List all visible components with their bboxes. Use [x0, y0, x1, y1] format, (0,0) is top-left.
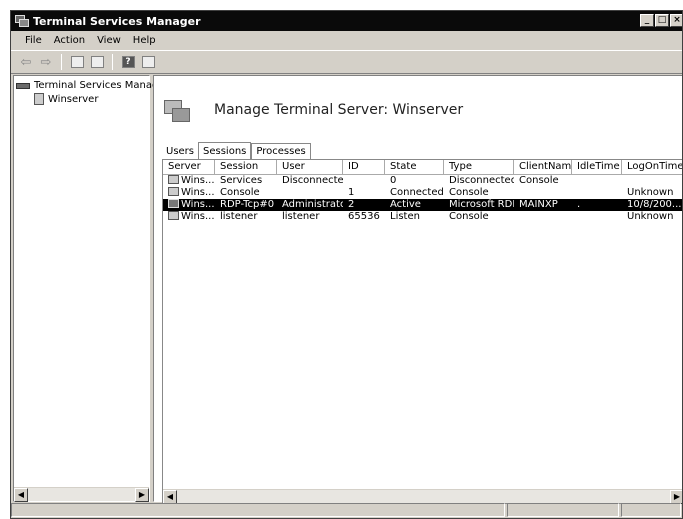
- show-hide-tree-icon[interactable]: [88, 53, 106, 71]
- table-row-selected[interactable]: Wins... RDP-Tcp#0 Administrator 2 Active…: [163, 199, 682, 211]
- scroll-left-icon[interactable]: ◀: [14, 488, 28, 502]
- status-panel-3: [621, 503, 681, 517]
- help-icon[interactable]: ?: [119, 53, 137, 71]
- tree-item-root[interactable]: Terminal Services Manager: [16, 80, 169, 91]
- column-header-clientname[interactable]: ClientName.: [514, 160, 572, 174]
- column-header-server[interactable]: Server: [163, 160, 215, 174]
- status-panel-2: [507, 503, 619, 517]
- toolbar: ⇦ ⇨ ?: [11, 50, 682, 74]
- tab-processes[interactable]: Processes: [251, 143, 311, 159]
- close-button[interactable]: ×: [670, 14, 682, 27]
- terminal-server-icon: [162, 96, 192, 124]
- menu-file[interactable]: File: [19, 35, 48, 46]
- column-header-user[interactable]: User: [277, 160, 343, 174]
- forward-arrow-icon[interactable]: ⇨: [37, 53, 55, 71]
- server-icon: [34, 93, 44, 105]
- page-title: Manage Terminal Server: Winserver: [214, 102, 464, 118]
- menu-action[interactable]: Action: [48, 35, 91, 46]
- column-header-state[interactable]: State: [385, 160, 444, 174]
- rdp-session-icon: [168, 199, 179, 208]
- terminal-services-icon: [15, 15, 29, 27]
- table-row[interactable]: Wins... listener listener 65536 Listen C…: [163, 211, 682, 223]
- back-arrow-icon[interactable]: ⇦: [17, 53, 35, 71]
- tree-root-label: Terminal Services Manager: [34, 80, 169, 91]
- tree-horizontal-scrollbar[interactable]: ◀ ▶: [14, 487, 149, 502]
- menu-help[interactable]: Help: [127, 35, 162, 46]
- session-icon: [168, 187, 179, 196]
- title-bar[interactable]: Terminal Services Manager _ □ ×: [11, 11, 682, 31]
- app-window: Terminal Services Manager _ □ × File Act…: [10, 10, 683, 519]
- up-level-icon[interactable]: [68, 53, 86, 71]
- column-header-session[interactable]: Session: [215, 160, 277, 174]
- column-header-id[interactable]: ID: [343, 160, 385, 174]
- maximize-button[interactable]: □: [655, 14, 669, 27]
- menu-bar: File Action View Help: [11, 31, 682, 50]
- status-panel-main: [11, 503, 505, 517]
- column-header-type[interactable]: Type: [444, 160, 514, 174]
- window-title: Terminal Services Manager: [33, 14, 201, 28]
- sessions-grid: Server Session User ID State Type Client…: [163, 160, 682, 223]
- console-icon[interactable]: [139, 53, 157, 71]
- table-row[interactable]: Wins... Console 1 Connected Console Unkn…: [163, 187, 682, 199]
- session-icon: [168, 175, 179, 184]
- listener-icon: [168, 211, 179, 220]
- column-header-row: Server Session User ID State Type Client…: [163, 160, 682, 175]
- table-row[interactable]: Wins... Services Disconnected 0 Disconne…: [163, 175, 682, 187]
- menu-view[interactable]: View: [91, 35, 127, 46]
- column-header-logontime[interactable]: LogOnTime: [622, 160, 682, 174]
- server-group-icon: [16, 82, 30, 89]
- scroll-right-icon[interactable]: ▶: [135, 488, 149, 502]
- tab-strip: Users Sessions Processes: [162, 141, 311, 159]
- column-header-idletime[interactable]: IdleTime: [572, 160, 622, 174]
- details-header: Manage Terminal Server: Winserver: [162, 90, 463, 130]
- details-pane: Manage Terminal Server: Winserver Users …: [153, 75, 682, 504]
- tree-pane: Terminal Services Manager Winserver ◀ ▶: [13, 75, 169, 502]
- tree-item-winserver[interactable]: Winserver: [34, 93, 98, 105]
- tab-users[interactable]: Users: [162, 144, 199, 159]
- minimize-button[interactable]: _: [640, 14, 654, 27]
- tree-child-label: Winserver: [48, 93, 99, 105]
- sessions-list: Server Session User ID State Type Client…: [162, 159, 682, 504]
- tab-sessions[interactable]: Sessions: [198, 142, 252, 159]
- sessions-horizontal-scrollbar[interactable]: ◀ ▶: [163, 489, 682, 504]
- status-bar: [11, 502, 682, 518]
